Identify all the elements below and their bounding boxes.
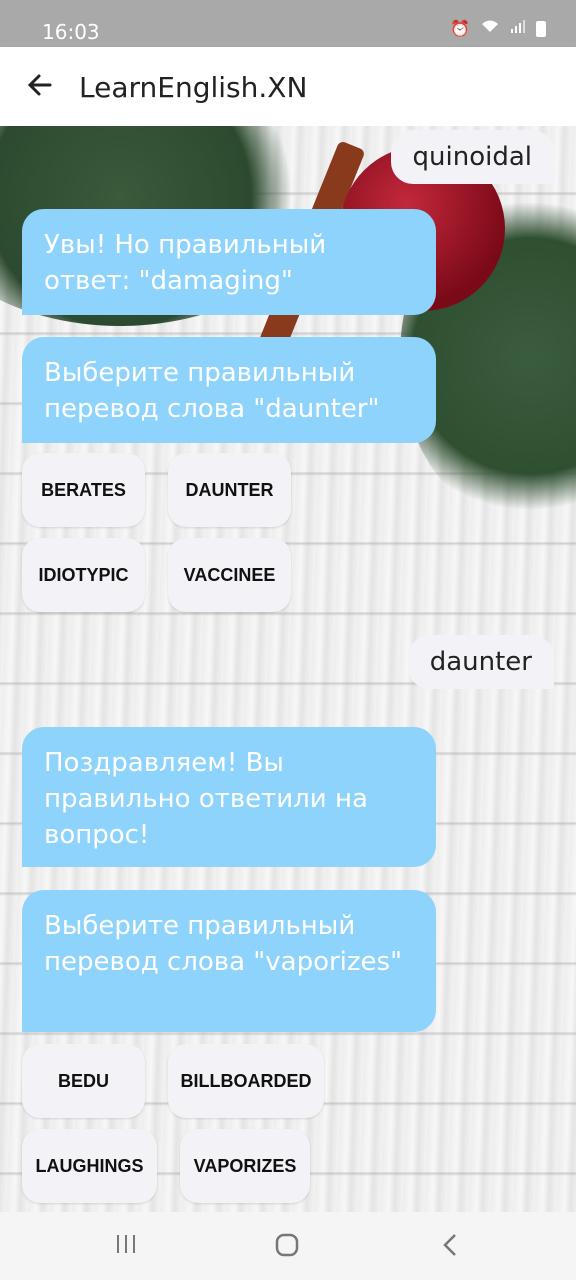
status-time: 16:03	[42, 20, 100, 44]
answer-option[interactable]: VACCINEE	[168, 538, 291, 612]
answer-option[interactable]: VAPORIZES	[180, 1129, 310, 1203]
answer-option[interactable]: IDIOTYPIC	[22, 538, 145, 612]
bot-message: Выберите правильный перевод слова "vapor…	[22, 890, 436, 1032]
alarm-icon: ⏰	[450, 20, 470, 38]
user-message: quinoidal	[390, 130, 554, 184]
status-bar: 16:03 ⏰	[0, 0, 576, 47]
back-nav-icon[interactable]	[440, 1232, 460, 1265]
recent-apps-icon[interactable]	[114, 1232, 138, 1263]
answer-option[interactable]: BILLBOARDED	[168, 1044, 324, 1118]
battery-icon	[536, 20, 546, 37]
system-nav-bar	[0, 1212, 576, 1280]
answer-option[interactable]: DAUNTER	[168, 453, 291, 527]
bot-message: Выберите правильный перевод слова "daunt…	[22, 337, 436, 443]
wifi-icon	[480, 18, 500, 39]
signal-icon	[510, 18, 526, 39]
status-icons: ⏰	[450, 18, 546, 39]
answer-option[interactable]: BEDU	[22, 1044, 145, 1118]
app-title: LearnEnglish.XN	[79, 71, 308, 104]
answer-option[interactable]: BERATES	[22, 453, 145, 527]
bot-message: Поздравляем! Вы правильно ответили на во…	[22, 727, 436, 867]
user-message: daunter	[407, 635, 554, 689]
answer-option[interactable]: LAUGHINGS	[22, 1129, 157, 1203]
app-bar: LearnEnglish.XN	[0, 47, 576, 126]
chat-area[interactable]: quinoidal Увы! Но правильный ответ: "dam…	[0, 126, 576, 1212]
home-icon[interactable]	[274, 1232, 300, 1265]
back-arrow-icon[interactable]	[24, 69, 56, 101]
bot-message: Увы! Но правильный ответ: "damaging"	[22, 209, 436, 315]
